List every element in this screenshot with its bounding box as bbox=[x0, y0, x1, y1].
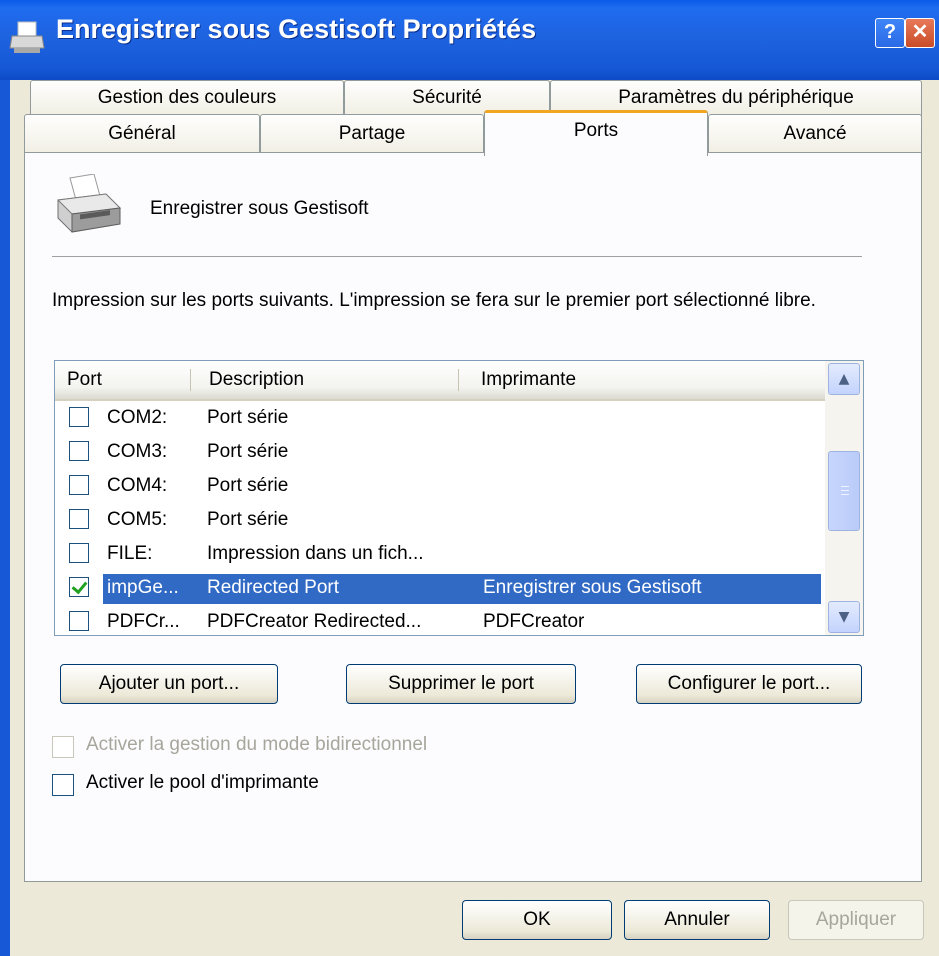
window-frame-left bbox=[0, 80, 10, 956]
ports-description: Impression sur les ports suivants. L'imp… bbox=[52, 290, 816, 311]
port-checkbox[interactable] bbox=[69, 407, 89, 427]
port-list-header: Port Description Imprimante bbox=[55, 361, 825, 401]
window-title: Enregistrer sous Gestisoft Propriétés bbox=[56, 14, 537, 44]
printer-pooling-checkbox[interactable] bbox=[52, 774, 74, 796]
bidirectional-checkbox bbox=[52, 736, 74, 758]
printer-name: Enregistrer sous Gestisoft bbox=[150, 198, 369, 219]
table-row[interactable]: COM4: Port série bbox=[55, 469, 825, 503]
help-button[interactable]: ? bbox=[875, 18, 905, 48]
add-port-button[interactable]: Ajouter un port... bbox=[60, 664, 278, 704]
vertical-scrollbar[interactable]: ▲ ▼ bbox=[825, 361, 863, 635]
grip-line bbox=[841, 486, 849, 487]
scroll-down-icon[interactable]: ▼ bbox=[828, 601, 860, 633]
printer-icon bbox=[9, 21, 45, 53]
table-row[interactable]: COM2: Port série bbox=[55, 401, 825, 435]
port-cell: COM2: bbox=[107, 407, 168, 428]
apply-button: Appliquer bbox=[788, 900, 924, 940]
tab-partage[interactable]: Partage bbox=[260, 114, 484, 154]
tab-gestion-des-couleurs[interactable]: Gestion des couleurs bbox=[30, 80, 344, 116]
printer-icon bbox=[56, 174, 122, 233]
close-button[interactable]: ✕ bbox=[905, 18, 935, 48]
column-divider[interactable] bbox=[458, 369, 459, 391]
port-list[interactable]: Port Description Imprimante COM2: Port s… bbox=[54, 360, 864, 636]
title-bar[interactable]: Enregistrer sous Gestisoft Propriétés ? … bbox=[0, 0, 939, 80]
description-cell: PDFCreator Redirected... bbox=[207, 611, 422, 632]
port-checkbox[interactable] bbox=[69, 611, 89, 631]
description-cell: Port série bbox=[207, 441, 289, 462]
printer-cell: Enregistrer sous Gestisoft bbox=[483, 577, 702, 598]
column-header-port[interactable]: Port bbox=[55, 361, 190, 399]
column-header-printer[interactable]: Imprimante bbox=[469, 361, 809, 399]
separator bbox=[52, 256, 862, 257]
description-cell: Port série bbox=[207, 509, 289, 530]
tab-general[interactable]: Général bbox=[24, 114, 260, 154]
table-row[interactable]: COM3: Port série bbox=[55, 435, 825, 469]
printer-cell: PDFCreator bbox=[483, 611, 585, 632]
column-divider[interactable] bbox=[190, 369, 191, 391]
table-row[interactable]: PDFCr... PDFCreator Redirected... PDFCre… bbox=[55, 605, 825, 635]
port-checkbox[interactable] bbox=[69, 441, 89, 461]
port-checkbox[interactable] bbox=[69, 509, 89, 529]
column-header-description[interactable]: Description bbox=[197, 361, 457, 399]
description-cell: Impression dans un fich... bbox=[207, 543, 424, 564]
port-checkbox[interactable] bbox=[69, 543, 89, 563]
delete-port-button[interactable]: Supprimer le port bbox=[346, 664, 576, 704]
table-row[interactable]: FILE: Impression dans un fich... bbox=[55, 537, 825, 571]
port-cell: COM4: bbox=[107, 475, 168, 496]
ok-button[interactable]: OK bbox=[462, 900, 612, 940]
scroll-up-icon[interactable]: ▲ bbox=[828, 363, 860, 395]
bidirectional-label: Activer la gestion du mode bidirectionne… bbox=[86, 734, 428, 755]
grip-line bbox=[841, 490, 849, 491]
cancel-button[interactable]: Annuler bbox=[624, 900, 770, 940]
description-cell: Redirected Port bbox=[207, 577, 340, 598]
grip-line bbox=[841, 494, 849, 495]
table-row[interactable]: impGe... Redirected Port Enregistrer sou… bbox=[55, 571, 825, 605]
port-cell: impGe... bbox=[107, 577, 179, 598]
printer-pooling-label[interactable]: Activer le pool d'imprimante bbox=[86, 772, 319, 794]
description-cell: Port série bbox=[207, 407, 289, 428]
table-row[interactable]: COM5: Port série bbox=[55, 503, 825, 537]
tab-avance[interactable]: Avancé bbox=[708, 114, 922, 154]
port-checkbox[interactable] bbox=[69, 577, 89, 597]
port-cell: COM5: bbox=[107, 509, 168, 530]
port-cell: PDFCr... bbox=[107, 611, 180, 632]
port-checkbox[interactable] bbox=[69, 475, 89, 495]
configure-port-button[interactable]: Configurer le port... bbox=[636, 664, 862, 704]
tab-ports[interactable]: Ports bbox=[484, 110, 708, 156]
port-cell: FILE: bbox=[107, 543, 153, 564]
description-cell: Port série bbox=[207, 475, 289, 496]
port-list-rows: COM2: Port série COM3: Port série COM4: … bbox=[55, 401, 825, 635]
port-cell: COM3: bbox=[107, 441, 168, 462]
scrollbar-thumb[interactable] bbox=[828, 451, 860, 531]
